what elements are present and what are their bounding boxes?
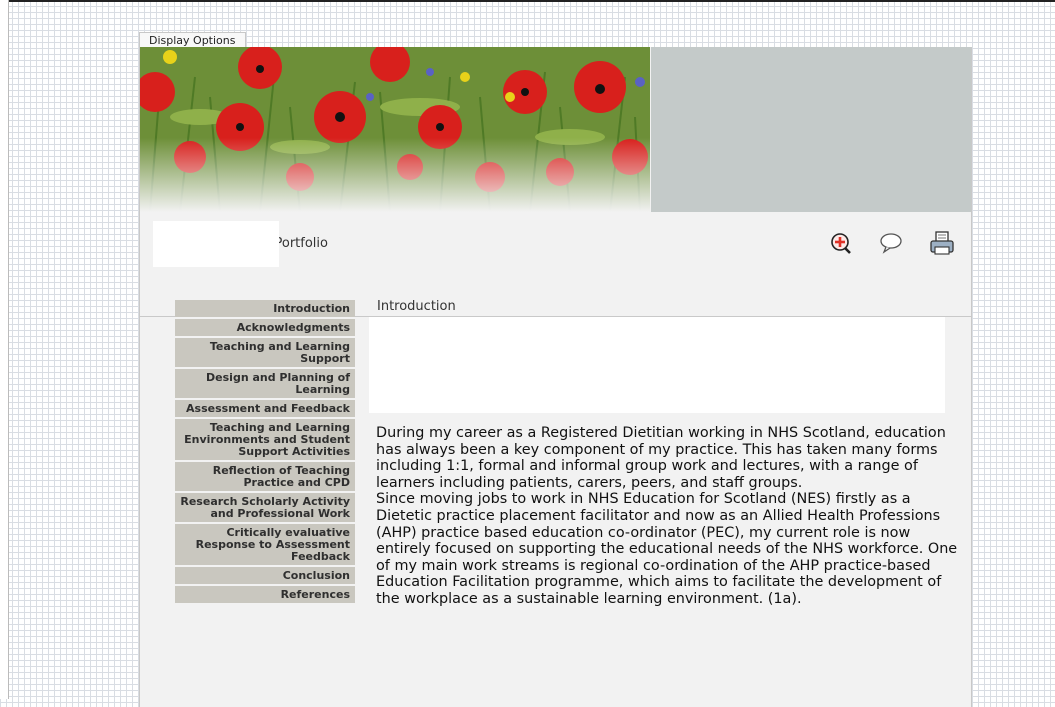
nav-item-teaching-learning-support[interactable]: Teaching and Learning Support <box>175 338 355 367</box>
nav-item-assessment-feedback[interactable]: Assessment and Feedback <box>175 400 355 417</box>
banner-grey-area <box>651 47 971 212</box>
nav-item-references[interactable]: References <box>175 586 355 603</box>
body-text: During my career as a Registered Dietiti… <box>376 425 961 608</box>
nav-item-learning-environments[interactable]: Teaching and Learning Environments and S… <box>175 419 355 460</box>
nav-item-critically-evaluative[interactable]: Critically evaluative Response to Assess… <box>175 524 355 565</box>
zoom-in-icon[interactable] <box>829 230 855 256</box>
banner <box>140 47 971 212</box>
nav-item-conclusion[interactable]: Conclusion <box>175 567 355 584</box>
paragraph: Since moving jobs to work in NHS Educati… <box>376 491 958 607</box>
display-options-tab[interactable]: Display Options <box>139 32 246 48</box>
title-redaction <box>153 221 279 267</box>
portfolio-panel: y Education in Action Portfolio <box>139 47 972 707</box>
section-title: Introduction <box>377 299 456 314</box>
nav-item-design-planning[interactable]: Design and Planning of Learning <box>175 369 355 398</box>
window-left-border <box>0 0 9 699</box>
comment-icon[interactable] <box>878 230 904 256</box>
print-icon[interactable] <box>929 230 955 256</box>
content-area: Introduction During my career as a Regis… <box>369 297 957 608</box>
paragraph: During my career as a Registered Dietiti… <box>376 425 946 491</box>
nav-item-acknowledgments[interactable]: Acknowledgments <box>175 319 355 336</box>
nav-item-research-scholarly[interactable]: Research Scholarly Activity and Professi… <box>175 493 355 522</box>
nav-item-introduction[interactable]: Introduction <box>175 300 355 317</box>
section-nav: Introduction Acknowledgments Teaching an… <box>175 300 355 605</box>
poppy-field-image <box>140 47 650 212</box>
content-blank-box <box>369 317 945 413</box>
nav-item-reflection-cpd[interactable]: Reflection of Teaching Practice and CPD <box>175 462 355 491</box>
window-top-border <box>0 0 1055 2</box>
